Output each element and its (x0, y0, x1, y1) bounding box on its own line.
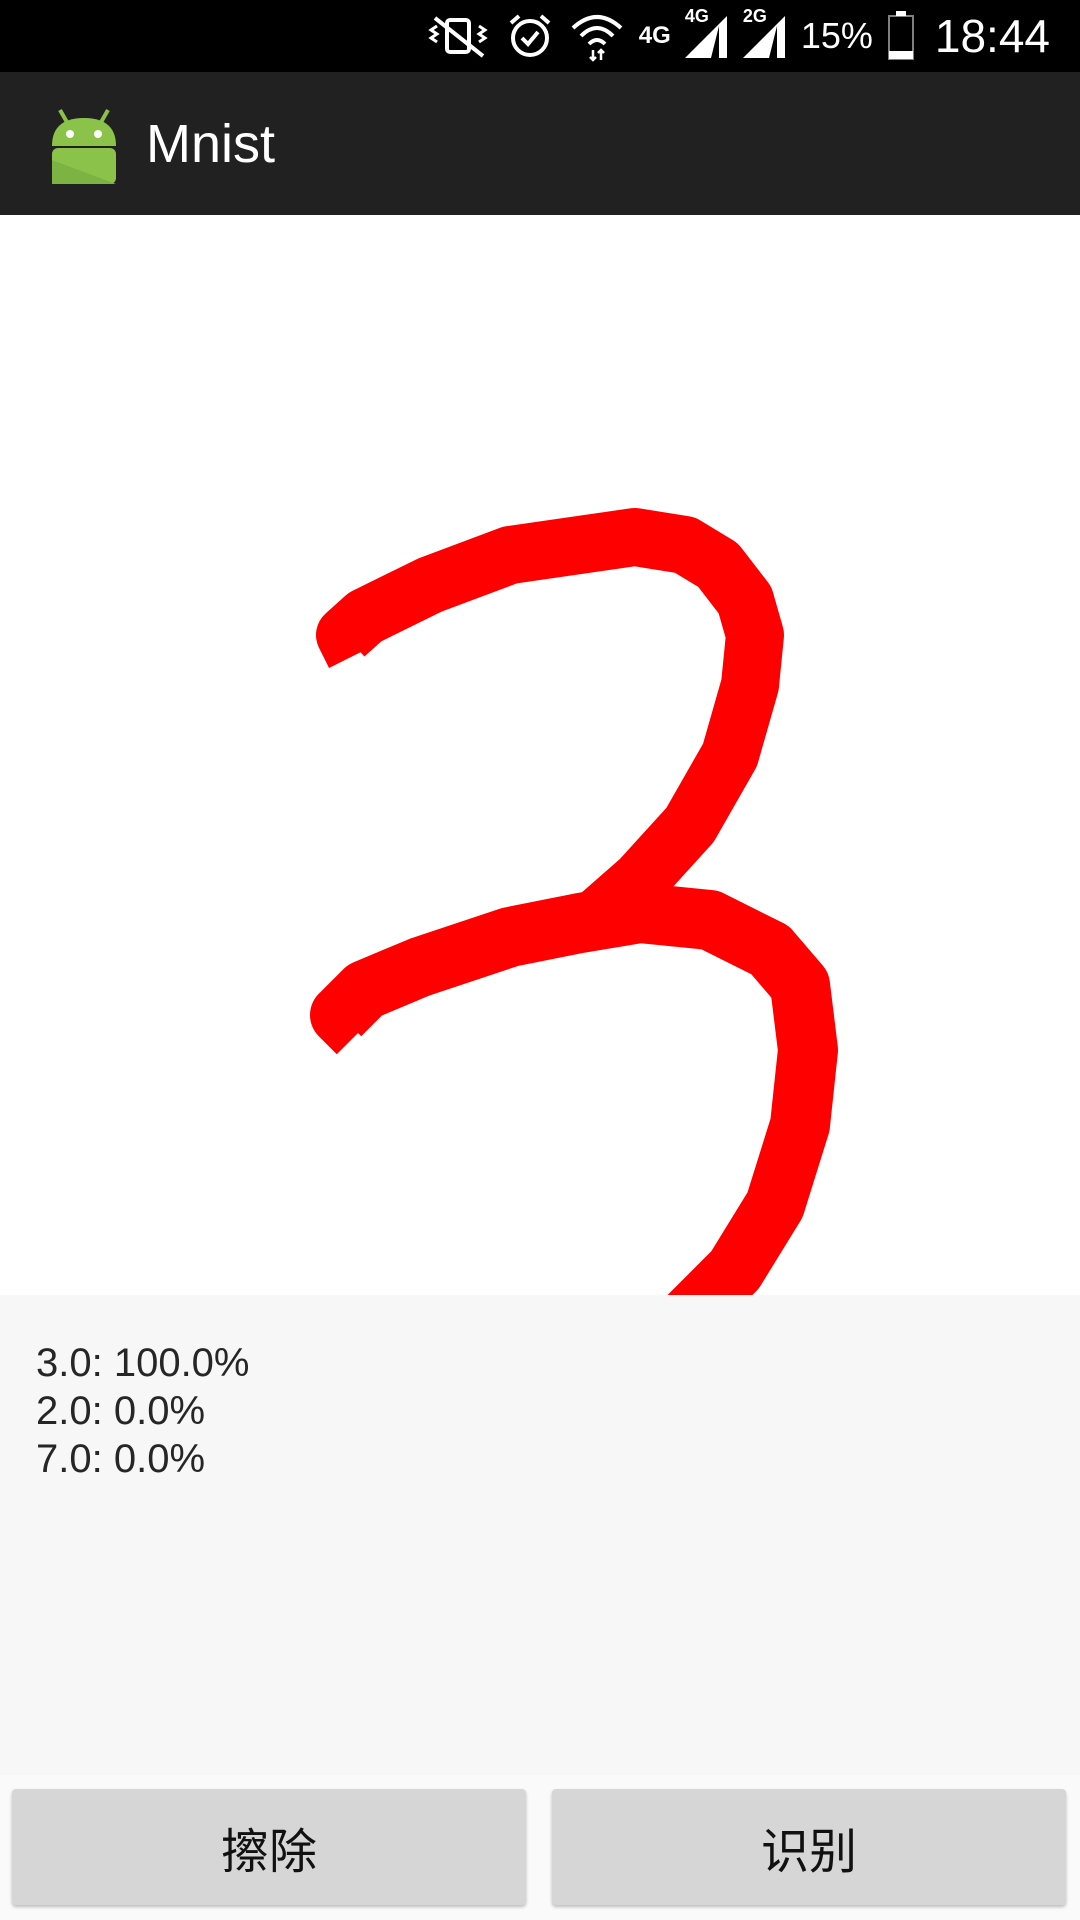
drawing-canvas[interactable] (0, 215, 1080, 1295)
battery-icon (887, 11, 915, 61)
app-title: Mnist (146, 113, 276, 174)
wifi-icon (569, 10, 625, 62)
result-line-1: 3.0: 100.0% (36, 1341, 250, 1385)
sim2-label: 2G (742, 6, 767, 26)
signal-icon-sim2: 2G (742, 6, 787, 60)
result-line-3: 7.0: 0.0% (36, 1437, 206, 1481)
status-bar: 4G 4G 2G 15% 18:44 (0, 0, 1080, 72)
app-bar: Mnist (0, 72, 1080, 215)
vibrate-mute-icon (425, 14, 491, 58)
recognize-button[interactable]: 识别 (552, 1789, 1066, 1905)
sim1-label: 4G (684, 6, 709, 26)
network-type-label: 4G (638, 22, 671, 49)
erase-button[interactable]: 擦除 (12, 1789, 526, 1905)
alarm-icon (505, 11, 555, 61)
digit-ink (310, 508, 838, 1295)
android-logo-icon (44, 104, 124, 184)
results-panel: 3.0: 100.0% 2.0: 0.0% 7.0: 0.0% (0, 1295, 1080, 1775)
result-line-2: 2.0: 0.0% (36, 1389, 206, 1433)
status-clock: 18:44 (934, 10, 1050, 62)
signal-icon-sim1: 4G (684, 6, 729, 60)
status-icons: 4G 4G 2G 15% 18:44 (425, 0, 1050, 72)
battery-percent: 15% (800, 15, 873, 56)
